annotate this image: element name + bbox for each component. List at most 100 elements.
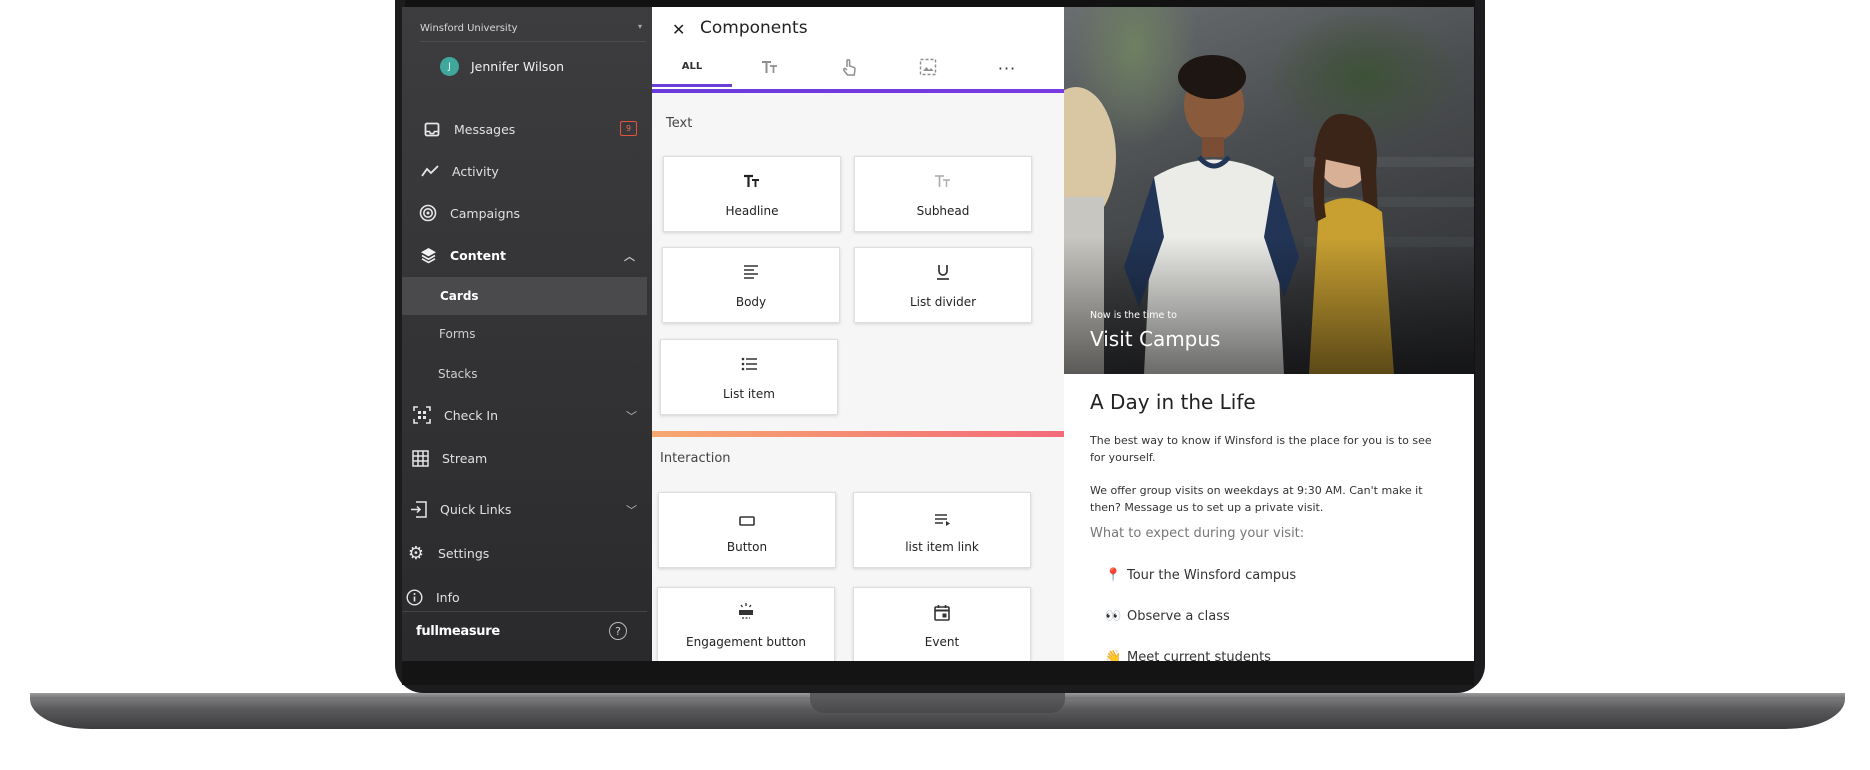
sidebar-item-info[interactable]: Info — [404, 579, 460, 615]
component-card-body[interactable]: Body — [662, 247, 840, 323]
sidebar-item-quick-links[interactable]: Quick Links ﹀ — [408, 491, 637, 527]
card-label: Event — [924, 635, 960, 649]
target-icon — [418, 203, 438, 223]
subitem-label: Cards — [440, 289, 479, 303]
sidebar-item-label: Stream — [442, 450, 488, 466]
list-item-text: Tour the Winsford campus — [1127, 568, 1297, 583]
component-card-list-item-link[interactable]: list item link — [853, 492, 1031, 568]
calendar-icon — [934, 600, 950, 624]
sidebar-item-content[interactable]: Content ︿ — [418, 237, 643, 273]
brand-logo[interactable]: fullmeasure — [416, 624, 500, 639]
tab-label: ALL — [681, 61, 703, 72]
sidebar-subitem-stacks[interactable]: Stacks — [402, 355, 647, 393]
align-left-icon — [743, 260, 759, 284]
help-icon[interactable]: ? — [609, 622, 627, 640]
org-name: Winsford University — [420, 23, 518, 34]
screen-chin — [402, 661, 1474, 685]
card-label: Headline — [725, 204, 779, 218]
chevron-down-icon: ﹀ — [626, 504, 637, 517]
qr-scan-icon — [412, 405, 432, 425]
sidebar: Winsford University ▾ J Jennifer Wilson … — [402, 7, 652, 661]
component-card-list-item[interactable]: List item — [660, 339, 838, 415]
sidebar-item-stream[interactable]: Stream — [410, 440, 487, 476]
list-item-text: Meet current students — [1127, 650, 1271, 661]
laptop-mockup: Winsford University ▾ J Jennifer Wilson … — [0, 0, 1870, 770]
sidebar-item-label: Quick Links — [440, 501, 512, 517]
chevron-down-icon: ﹀ — [626, 410, 637, 423]
sidebar-item-label: Messages — [454, 121, 516, 137]
sidebar-subitem-forms[interactable]: Forms — [402, 315, 647, 353]
pin-icon: 📍 — [1105, 568, 1122, 583]
laptop-notch — [810, 693, 1065, 713]
card-label: Body — [735, 295, 767, 309]
sidebar-item-label: Activity — [452, 163, 499, 179]
card-label: List item — [723, 387, 775, 401]
list-icon — [741, 352, 758, 376]
component-tabs: ALL ··· — [652, 49, 1064, 89]
caret-down-icon: ▾ — [637, 22, 642, 31]
component-card-button[interactable]: Button — [658, 492, 836, 568]
sidebar-item-settings[interactable]: ⚙ Settings — [406, 535, 489, 571]
more-icon: ··· — [997, 58, 1017, 78]
hero-image: Now is the time to Visit Campus — [1064, 7, 1474, 374]
image-icon — [919, 58, 937, 79]
card-label: list item link — [905, 540, 979, 554]
component-card-list-divider[interactable]: List divider — [854, 247, 1032, 323]
close-icon[interactable]: ✕ — [672, 20, 685, 39]
gear-icon: ⚙ — [407, 542, 425, 564]
avatar: J — [440, 57, 459, 76]
sidebar-item-label: Settings — [438, 545, 490, 561]
sidebar-item-activity[interactable]: Activity — [420, 153, 499, 189]
list-item-text: Observe a class — [1127, 609, 1230, 624]
card-label: Subhead — [916, 204, 970, 218]
card-preview: Now is the time to Visit Campus A Day in… — [1064, 7, 1474, 661]
button-icon — [739, 509, 755, 533]
sidebar-item-messages[interactable]: Messages 9 — [422, 111, 647, 147]
user-name: Jennifer Wilson — [471, 59, 565, 74]
inbox-icon — [422, 119, 442, 139]
chevron-up-icon: ︿ — [624, 250, 635, 263]
sidebar-item-label: Check In — [444, 407, 499, 423]
engagement-icon — [738, 600, 754, 624]
component-card-engagement-button[interactable]: Engagement button — [657, 587, 835, 661]
subhead-icon — [934, 169, 952, 193]
laptop-screen: Winsford University ▾ J Jennifer Wilson … — [402, 7, 1474, 661]
section-label-text: Text — [666, 116, 693, 131]
components-panel: ✕ Components ALL ··· Text Headline Subhe… — [652, 7, 1064, 661]
section-accent-bar — [652, 431, 1064, 437]
unread-badge: 9 — [620, 121, 637, 136]
preview-body-2: We offer group visits on weekdays at 9:3… — [1090, 484, 1423, 514]
sign-in-icon — [408, 499, 428, 519]
component-card-subhead[interactable]: Subhead — [854, 156, 1032, 232]
text-size-icon — [761, 60, 779, 77]
preview-subhead: What to expect during your visit: — [1090, 526, 1305, 541]
tab-interaction[interactable] — [809, 49, 889, 87]
subitem-label: Stacks — [438, 367, 478, 381]
eyes-icon: 👀 — [1105, 609, 1122, 624]
subitem-label: Forms — [439, 327, 476, 341]
sidebar-item-campaigns[interactable]: Campaigns — [418, 195, 520, 231]
headline-icon — [743, 169, 761, 193]
grid-icon — [410, 448, 430, 468]
tab-more[interactable]: ··· — [967, 49, 1047, 87]
sidebar-item-check-in[interactable]: Check In ﹀ — [412, 397, 637, 433]
panel-title: Components — [700, 18, 808, 38]
preview-body-1: The best way to know if Winsford is the … — [1090, 434, 1432, 464]
component-card-event[interactable]: Event — [853, 587, 1031, 661]
user-profile[interactable]: J Jennifer Wilson — [440, 57, 564, 76]
sidebar-subitem-cards[interactable]: Cards — [402, 277, 647, 315]
sidebar-item-label: Campaigns — [450, 205, 521, 221]
wave-icon: 👋 — [1105, 650, 1122, 661]
tab-all[interactable]: ALL — [652, 49, 732, 87]
card-label: Engagement button — [686, 635, 806, 649]
list-item: 👋 Meet current students — [1105, 650, 1271, 661]
sidebar-item-label: Info — [436, 589, 460, 605]
components-header: ✕ Components — [652, 7, 1064, 49]
underline-icon — [936, 260, 950, 284]
component-card-headline[interactable]: Headline — [663, 156, 841, 232]
tab-text[interactable] — [730, 49, 810, 87]
layers-icon — [418, 245, 438, 265]
tab-media[interactable] — [888, 49, 968, 87]
org-switcher[interactable]: Winsford University ▾ — [420, 16, 646, 42]
trend-line-icon — [420, 161, 440, 181]
